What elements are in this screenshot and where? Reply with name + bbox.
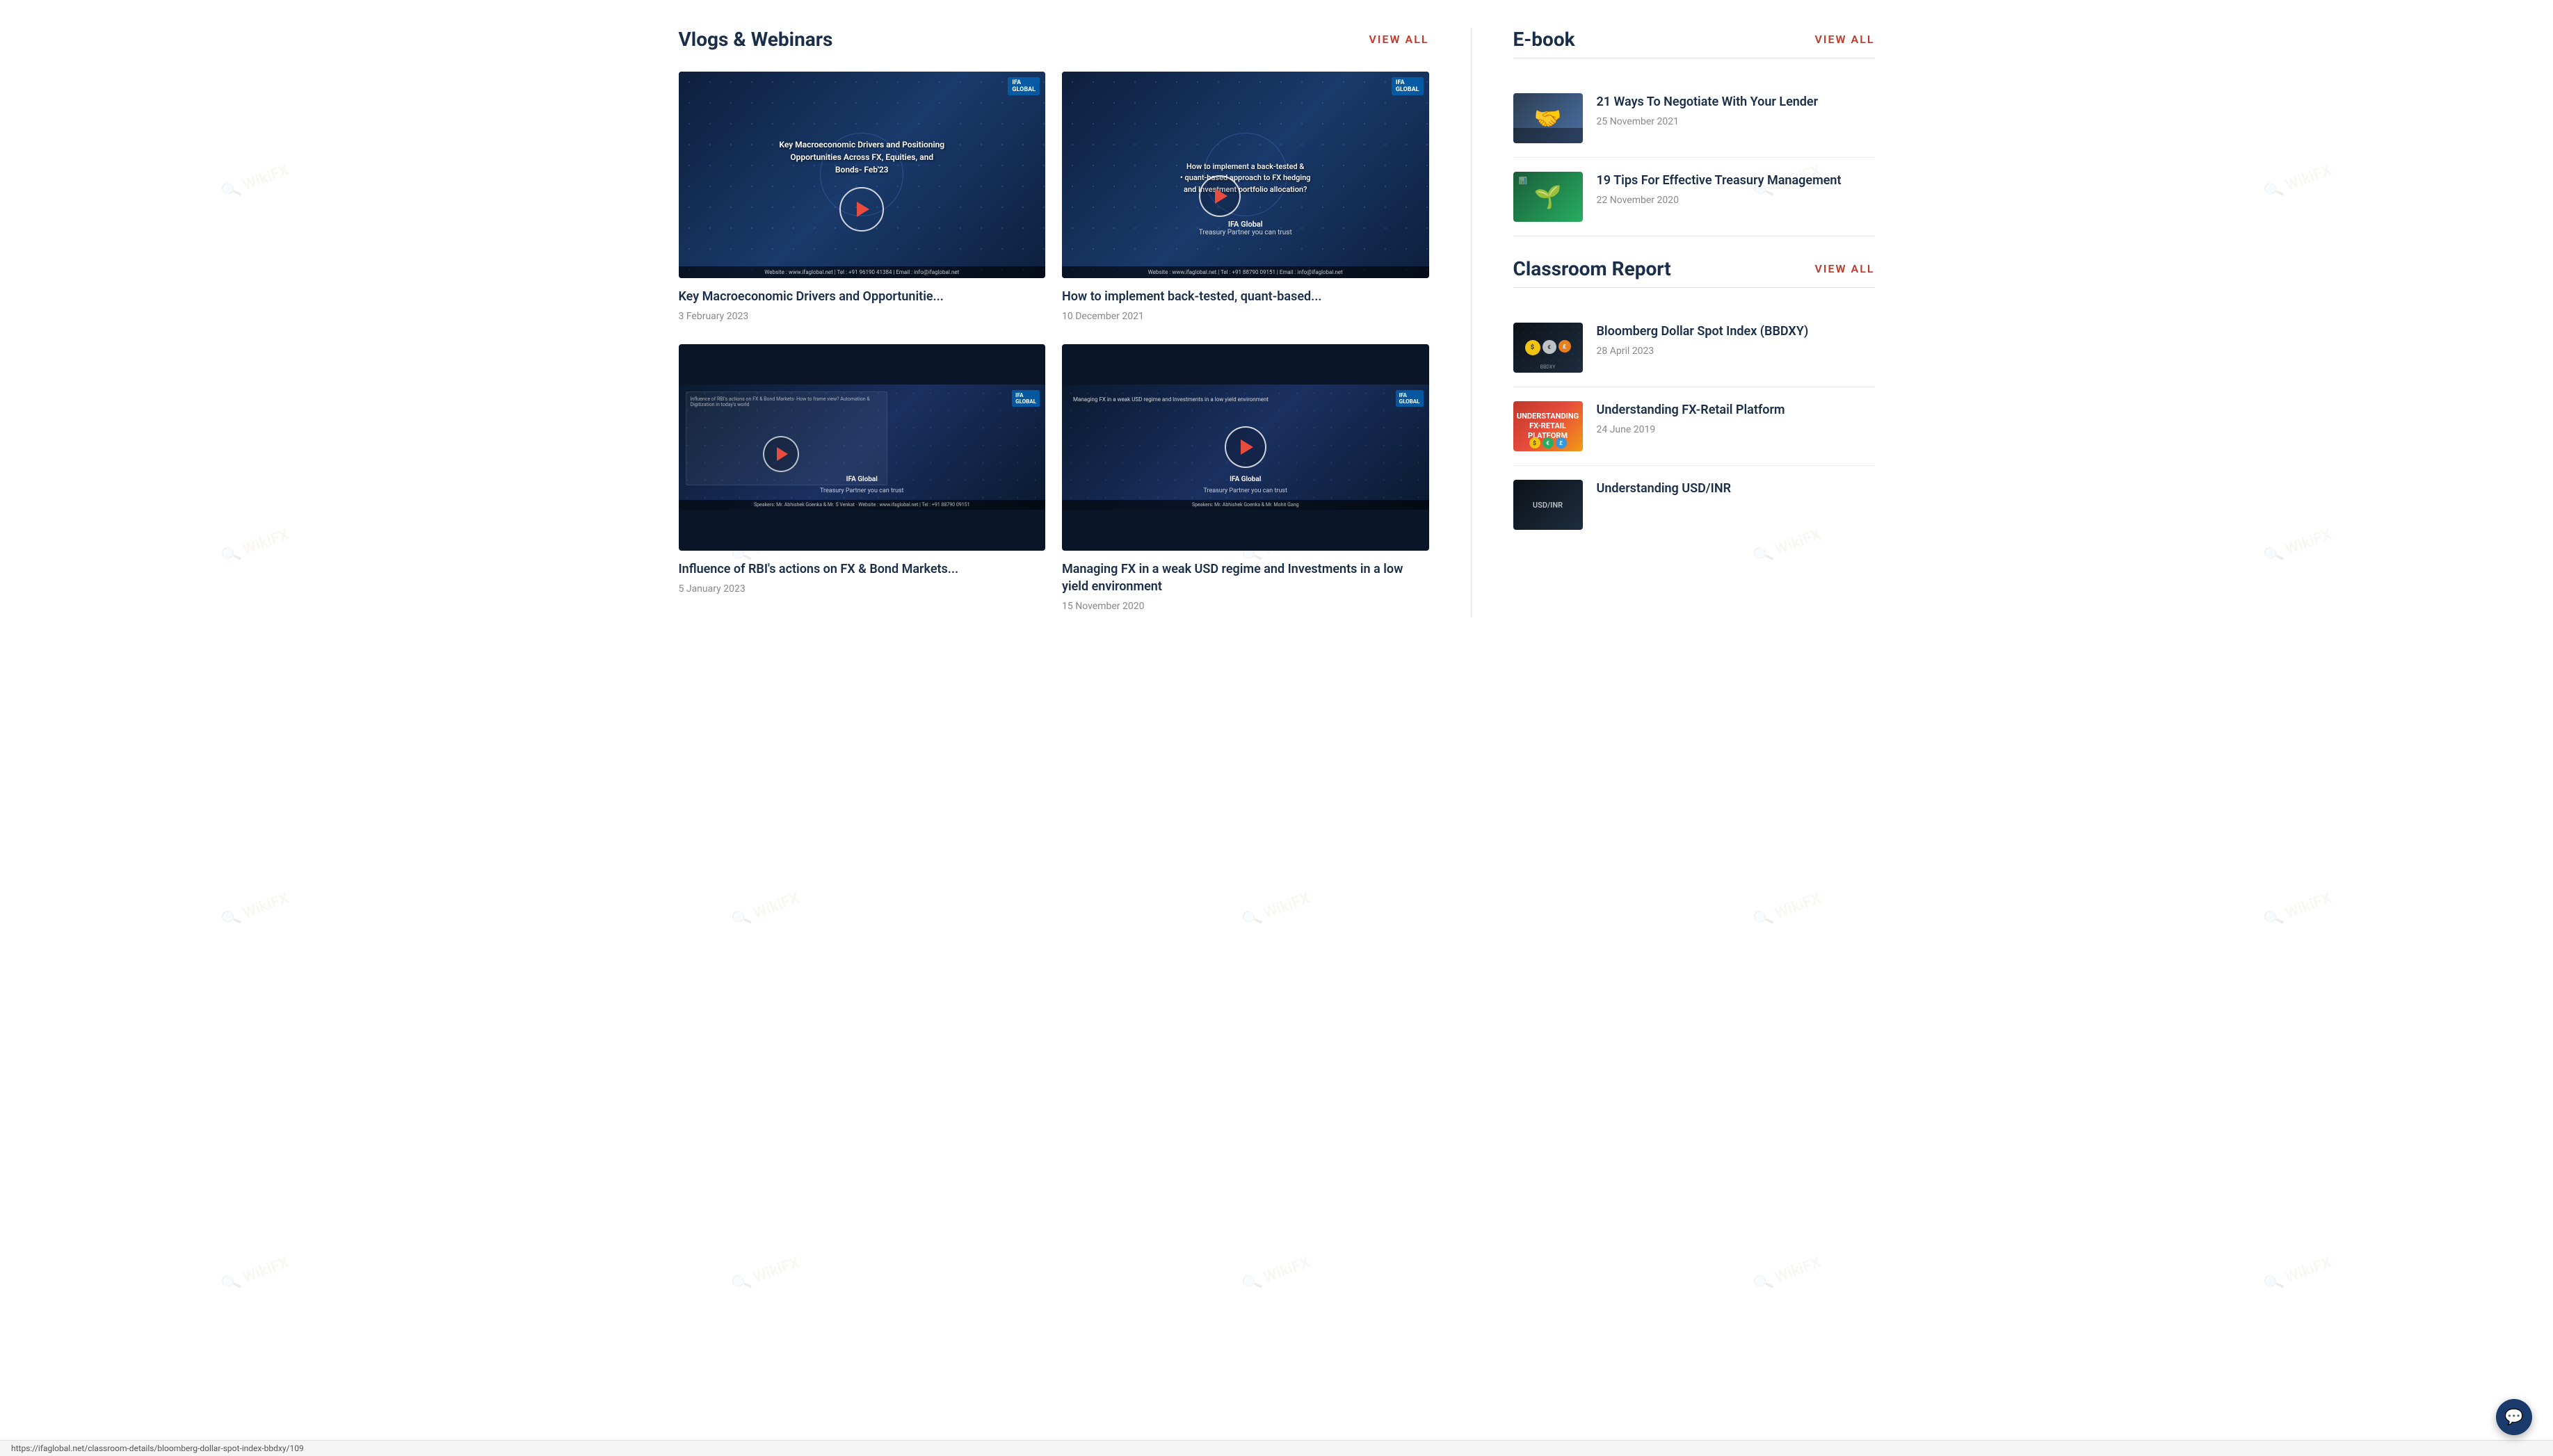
ebook-view-all-link[interactable]: VIEW ALL (1814, 33, 1874, 46)
vlogs-section-header: Vlogs & Webinars VIEW ALL (679, 28, 1429, 51)
watermark-cell: 🔍 WikiFX (1995, 0, 2553, 440)
watermark-cell: 🔍 WikiFX (1995, 652, 2553, 1168)
classroom-thumbnail-2: UNDERSTANDINGFX-RETAILPLATFORM $ € £ (1513, 401, 1583, 451)
video-card-3[interactable]: Influence of RBI's actions on FX & Bond … (679, 344, 1046, 617)
video-thumbnail-inner-2: How to implement a back-tested &• quant-… (1062, 72, 1429, 278)
vlogs-section-title: Vlogs & Webinars (679, 28, 833, 51)
classroom-date-2: 24 June 2019 (1597, 424, 1875, 435)
ebook-thumbnail-1: 🤝 (1513, 93, 1583, 143)
classroom-date-1: 28 April 2023 (1597, 346, 1875, 357)
video-card-4[interactable]: Managing FX in a weak USD regime and Inv… (1062, 344, 1429, 617)
video-info-4: Managing FX in a weak USD regime and Inv… (1062, 551, 1429, 617)
watermark-cell: 🔍 WikiFX (1995, 1016, 2553, 1456)
ebook-item-2[interactable]: 🌱 📊 19 Tips For Effective Treasury Manag… (1513, 158, 1875, 236)
video-thumbnail-inner-1: Key Macroeconomic Drivers and Positionin… (679, 72, 1046, 278)
watermark-cell: 🔍 WikiFX (464, 1016, 1068, 1456)
watermark-cell: 🔍 WikiFX (1995, 288, 2553, 804)
classroom-item-3[interactable]: USD/INR Understanding USD/INR (1513, 466, 1875, 544)
ebook-date-2: 22 November 2020 (1597, 195, 1875, 206)
classroom-thumbnail-1: $ € £ BBDXY (1513, 323, 1583, 373)
video-info-1: Key Macroeconomic Drivers and Opportunit… (679, 278, 1046, 327)
classroom-list: $ € £ BBDXY Bloomberg Dollar Spot Index … (1513, 309, 1875, 544)
ebook-section-title: E-book (1513, 28, 1575, 51)
video-title-1: Key Macroeconomic Drivers and Opportunit… (679, 288, 1046, 305)
video-thumbnail-4[interactable]: Managing FX in a weak USD regime and Inv… (1062, 344, 1429, 551)
vlogs-view-all-link[interactable]: VIEW ALL (1369, 33, 1428, 46)
watermark-cell: 🔍 WikiFX (974, 652, 1579, 1168)
classroom-section-title: Classroom Report (1513, 257, 1671, 280)
video-overlay-text-1: Key Macroeconomic Drivers and Positionin… (679, 72, 1046, 278)
video-card-1[interactable]: Key Macroeconomic Drivers and Positionin… (679, 72, 1046, 327)
classroom-info-2: Understanding FX-Retail Platform 24 June… (1597, 401, 1875, 435)
ebook-list: 🤝 21 Ways To Negotiate With Your Lender … (1513, 79, 1875, 236)
video-title-3: Influence of RBI's actions on FX & Bond … (679, 560, 1046, 578)
watermark-cell: 🔍 WikiFX (0, 1016, 558, 1456)
classroom-info-3: Understanding USD/INR (1597, 480, 1875, 503)
chat-icon: 💬 (2504, 1409, 2523, 1426)
classroom-title-2: Understanding FX-Retail Platform (1597, 401, 1875, 419)
section-divider (1471, 28, 1472, 617)
watermark-cell: 🔍 WikiFX (1485, 652, 2089, 1168)
classroom-title-1: Bloomberg Dollar Spot Index (BBDXY) (1597, 323, 1875, 340)
status-url: https://ifaglobal.net/classroom-details/… (11, 1443, 304, 1453)
ebook-date-1: 25 November 2021 (1597, 116, 1875, 127)
watermark-cell: 🔍 WikiFX (0, 288, 558, 804)
ebook-section: E-book VIEW ALL 🤝 21 Ways To Negotiate W… (1513, 28, 1875, 236)
watermark-cell: 🔍 WikiFX (974, 1016, 1579, 1456)
classroom-view-all-link[interactable]: VIEW ALL (1814, 262, 1874, 275)
video-title-4: Managing FX in a weak USD regime and Inv… (1062, 560, 1429, 595)
video-date-4: 15 November 2020 (1062, 601, 1429, 612)
video-info-2: How to implement back-tested, quant-base… (1062, 278, 1429, 327)
video-grid: Key Macroeconomic Drivers and Positionin… (679, 72, 1429, 617)
video-date-3: 5 January 2023 (679, 583, 1046, 594)
vlogs-webinars-section: Vlogs & Webinars VIEW ALL Key Macroecono… (679, 28, 1429, 617)
chat-bubble[interactable]: 💬 (2496, 1399, 2532, 1435)
classroom-section-header: Classroom Report VIEW ALL (1513, 257, 1875, 288)
ifa-badge-3: IFAGLOBAL (1012, 390, 1040, 407)
right-section: E-book VIEW ALL 🤝 21 Ways To Negotiate W… (1513, 28, 1875, 617)
video-card-2[interactable]: How to implement a back-tested &• quant-… (1062, 72, 1429, 327)
video-date-1: 3 February 2023 (679, 311, 1046, 322)
ebook-thumbnail-2: 🌱 📊 (1513, 172, 1583, 222)
classroom-item-2[interactable]: UNDERSTANDINGFX-RETAILPLATFORM $ € £ Und… (1513, 387, 1875, 466)
video-info-3: Influence of RBI's actions on FX & Bond … (679, 551, 1046, 600)
video-thumbnail-1[interactable]: Key Macroeconomic Drivers and Positionin… (679, 72, 1046, 278)
video-title-2: How to implement back-tested, quant-base… (1062, 288, 1429, 305)
ebook-title-1: 21 Ways To Negotiate With Your Lender (1597, 93, 1875, 111)
video-thumbnail-3[interactable]: Influence of RBI's actions on FX & Bond … (679, 344, 1046, 551)
classroom-section: Classroom Report VIEW ALL $ € £ (1513, 257, 1875, 544)
ebook-info-2: 19 Tips For Effective Treasury Managemen… (1597, 172, 1875, 206)
video-thumbnail-2[interactable]: How to implement a back-tested &• quant-… (1062, 72, 1429, 278)
watermark-cell: 🔍 WikiFX (464, 652, 1068, 1168)
status-bar: https://ifaglobal.net/classroom-details/… (0, 1440, 2553, 1456)
video-date-2: 10 December 2021 (1062, 311, 1429, 322)
watermark-cell: 🔍 WikiFX (1485, 1016, 2089, 1456)
watermark-cell: 🔍 WikiFX (0, 0, 558, 440)
classroom-title-3: Understanding USD/INR (1597, 480, 1875, 497)
classroom-item-1[interactable]: $ € £ BBDXY Bloomberg Dollar Spot Index … (1513, 309, 1875, 387)
watermark-cell: 🔍 WikiFX (0, 652, 558, 1168)
ebook-section-header: E-book VIEW ALL (1513, 28, 1875, 58)
ebook-item-1[interactable]: 🤝 21 Ways To Negotiate With Your Lender … (1513, 79, 1875, 158)
classroom-thumbnail-3: USD/INR (1513, 480, 1583, 530)
ebook-title-2: 19 Tips For Effective Treasury Managemen… (1597, 172, 1875, 189)
classroom-info-1: Bloomberg Dollar Spot Index (BBDXY) 28 A… (1597, 323, 1875, 357)
ebook-info-1: 21 Ways To Negotiate With Your Lender 25… (1597, 93, 1875, 127)
